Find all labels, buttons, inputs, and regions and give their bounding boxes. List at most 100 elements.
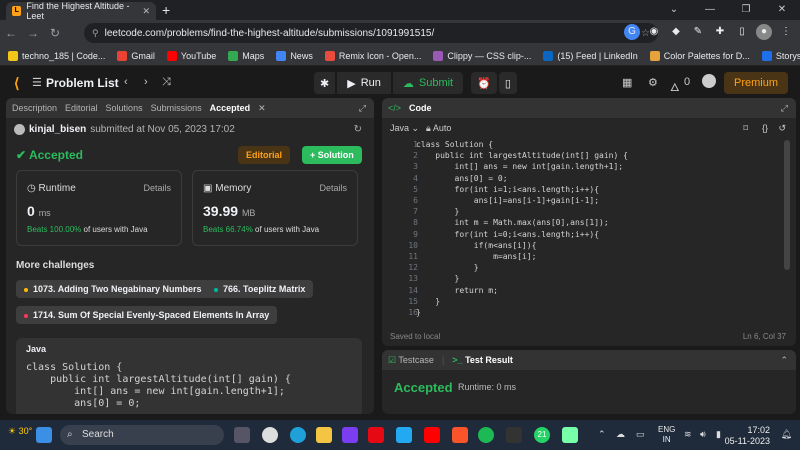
leetcode-logo-icon[interactable]: ⟨ bbox=[14, 75, 30, 91]
system-clock[interactable]: 17:02 05-11-2023 bbox=[725, 425, 770, 447]
tab-editorial[interactable]: Editorial bbox=[65, 103, 98, 113]
notification-icon[interactable]: 🔔︎ bbox=[781, 429, 792, 440]
runtime-details-link[interactable]: Details bbox=[143, 183, 171, 193]
reload-icon[interactable]: ↻ bbox=[44, 26, 66, 40]
battery-tray-icon[interactable]: ▮ bbox=[716, 429, 721, 440]
input-language[interactable]: ENG IN bbox=[658, 425, 675, 445]
explorer-icon[interactable] bbox=[316, 427, 332, 443]
editor-code-line[interactable]: if(m<ans[i]){ bbox=[416, 241, 537, 250]
bookmark-item[interactable]: (15) Feed | LinkedIn bbox=[543, 50, 638, 61]
url-bar[interactable]: ⚲ leetcode.com/problems/find-the-highest… bbox=[84, 23, 658, 43]
bookmark-item[interactable]: News bbox=[276, 50, 313, 61]
runtime-card[interactable]: ◷ Runtime Details 0 ms Beats 100.00% of … bbox=[16, 170, 182, 246]
tab-test-result[interactable]: >_ Test Result bbox=[452, 355, 513, 365]
weather-widget[interactable]: ☀ 30° bbox=[8, 426, 32, 437]
run-button[interactable]: ▶ Run bbox=[337, 72, 391, 94]
camera-extension-icon[interactable]: ◉ bbox=[646, 24, 662, 40]
memory-details-link[interactable]: Details bbox=[319, 183, 347, 193]
wifi-icon[interactable]: ≋ bbox=[684, 429, 692, 440]
settings-icon[interactable]: ⚙ bbox=[648, 76, 658, 89]
editor-code-line[interactable]: m=ans[i]; bbox=[416, 252, 536, 261]
editor-code-line[interactable]: for(int i=1;i<ans.length;i++){ bbox=[416, 185, 600, 194]
tray-chevron-icon[interactable]: ⌃ bbox=[598, 429, 606, 440]
tab-search-icon[interactable]: ⌄ bbox=[656, 0, 692, 20]
browser-tab[interactable]: L Find the Highest Altitude - Leet ✕ bbox=[6, 1, 156, 21]
collapse-icon[interactable]: ⌃ bbox=[780, 355, 788, 366]
terminal-icon[interactable] bbox=[506, 427, 522, 443]
bookmark-item[interactable]: Gmail bbox=[117, 50, 155, 61]
bookmark-item[interactable]: Storyset | Freepik bbox=[761, 50, 800, 61]
chrome-icon[interactable] bbox=[262, 427, 278, 443]
fire-icon[interactable]: 🜂 bbox=[670, 76, 680, 98]
challenge-chip[interactable]: 1073. Adding Two Negabinary Numbers bbox=[16, 280, 210, 298]
cloud-icon[interactable]: ☁ bbox=[616, 429, 625, 440]
back-icon[interactable]: ← bbox=[0, 26, 22, 40]
challenge-chip[interactable]: 1714. Sum Of Special Evenly-Spaced Eleme… bbox=[16, 306, 278, 324]
editor-code-line[interactable]: } bbox=[416, 297, 440, 306]
windows-start-icon[interactable] bbox=[36, 427, 52, 443]
bookmark-item[interactable]: YouTube bbox=[166, 50, 216, 61]
forward-icon[interactable]: → bbox=[22, 26, 44, 40]
shield-extension-icon[interactable]: ◆ bbox=[668, 24, 684, 40]
taskview-icon[interactable] bbox=[234, 427, 250, 443]
bookmark-icon[interactable]: ⌑ bbox=[743, 123, 748, 134]
tab-accepted[interactable]: Accepted bbox=[210, 103, 251, 113]
tab-testcase[interactable]: ☑ Testcase bbox=[388, 355, 434, 366]
notes-app-icon[interactable] bbox=[562, 427, 578, 443]
maximize-icon[interactable]: ⤢ bbox=[359, 103, 366, 114]
submit-button[interactable]: ☁ Submit bbox=[392, 72, 464, 94]
new-tab-icon[interactable]: + bbox=[162, 2, 170, 18]
minimize-icon[interactable]: — bbox=[692, 0, 728, 20]
username[interactable]: kinjal_bisen bbox=[29, 124, 86, 135]
language-select[interactable]: Java ⌄ bbox=[390, 123, 419, 134]
editor-scrollbar[interactable] bbox=[784, 140, 790, 270]
braces-icon[interactable]: {} bbox=[762, 123, 768, 133]
edge-icon[interactable] bbox=[290, 427, 306, 443]
tab-description[interactable]: Description bbox=[12, 103, 57, 113]
netflix-icon[interactable] bbox=[368, 427, 384, 443]
tab-submissions[interactable]: Submissions bbox=[151, 103, 202, 113]
bookmark-item[interactable]: Maps bbox=[228, 50, 264, 61]
google-extension-icon[interactable]: G bbox=[624, 24, 640, 40]
tab-solutions[interactable]: Solutions bbox=[106, 103, 143, 113]
next-problem-icon[interactable]: › bbox=[144, 76, 148, 88]
auto-mode-toggle[interactable]: 🔒︎ Auto bbox=[426, 123, 451, 134]
editor-code-line[interactable]: public int largestAltitude(int[] gain) { bbox=[416, 151, 628, 160]
profile-avatar-icon[interactable]: ● bbox=[756, 24, 772, 40]
site-info-icon[interactable]: ⚲ bbox=[92, 28, 99, 39]
notes-button[interactable]: ▯ bbox=[498, 72, 517, 94]
restore-icon[interactable]: ❐ bbox=[728, 0, 764, 20]
close-tab-icon[interactable]: ✕ bbox=[142, 6, 150, 17]
close-window-icon[interactable]: ✕ bbox=[764, 0, 800, 20]
bookmark-item[interactable]: Clippy — CSS clip-... bbox=[433, 50, 531, 61]
vscode-icon[interactable] bbox=[396, 427, 412, 443]
solution-button[interactable]: + Solution bbox=[302, 146, 362, 164]
brave-icon[interactable] bbox=[452, 427, 468, 443]
debug-button[interactable]: ✱ bbox=[314, 72, 336, 94]
close-tab-icon[interactable]: ✕ bbox=[258, 103, 266, 114]
editor-code-line[interactable]: } bbox=[416, 263, 479, 272]
editorial-button[interactable]: Editorial bbox=[238, 146, 291, 164]
code-editor[interactable]: 1 class Solution {2 public int largestAlt… bbox=[382, 140, 796, 326]
pen-extension-icon[interactable]: ✎ bbox=[690, 24, 706, 40]
editor-code-line[interactable]: class Solution { bbox=[416, 140, 493, 149]
memory-card[interactable]: ▣ Memory Details 39.99 MB Beats 66.74% o… bbox=[192, 170, 358, 246]
bookmark-item[interactable]: Remix Icon - Open... bbox=[324, 50, 421, 61]
reset-icon[interactable]: ↺ bbox=[778, 123, 786, 134]
youtube-icon[interactable] bbox=[424, 427, 440, 443]
editor-code-line[interactable]: } bbox=[416, 274, 460, 283]
timer-button[interactable]: ⏰ bbox=[471, 72, 497, 94]
whatsapp-icon[interactable]: 21 bbox=[534, 427, 550, 443]
editor-code-line[interactable]: return m; bbox=[416, 286, 498, 295]
sidepanel-icon[interactable]: ▯ bbox=[734, 24, 750, 40]
store-icon[interactable] bbox=[342, 427, 358, 443]
layout-icon[interactable]: ▦ bbox=[622, 76, 632, 89]
editor-code-line[interactable]: } bbox=[416, 207, 460, 216]
shuffle-icon[interactable]: ⤨ bbox=[162, 76, 171, 89]
spotify-icon[interactable] bbox=[478, 427, 494, 443]
battery-icon[interactable]: ▭ bbox=[636, 429, 645, 440]
prev-problem-icon[interactable]: ‹ bbox=[124, 76, 128, 88]
problem-list-link[interactable]: Problem List bbox=[46, 76, 119, 90]
editor-code-line[interactable]: } bbox=[416, 308, 421, 317]
premium-button[interactable]: Premium bbox=[723, 72, 788, 94]
